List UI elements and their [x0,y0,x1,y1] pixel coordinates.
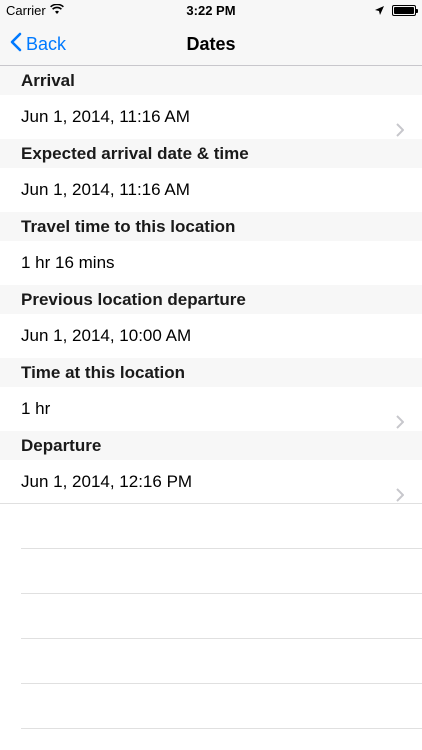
status-bar: Carrier 3:22 PM [0,0,422,22]
row-value: 1 hr 16 mins [21,253,115,272]
empty-row-separator [21,504,422,549]
battery-icon [392,5,418,16]
row-arrival[interactable]: Jun 1, 2014, 11:16 AM [0,95,422,139]
row-value: 1 hr [21,399,51,418]
chevron-right-icon [396,110,405,154]
row-travel-time: 1 hr 16 mins [0,241,422,285]
section-header-departure: Departure [0,431,422,460]
section-header-expected-arrival: Expected arrival date & time [0,139,422,168]
page-title: Dates [186,34,236,54]
empty-row-separator [21,549,422,594]
empty-row-separator [21,639,422,684]
navigation-bar: Back Dates [0,22,422,66]
row-value: Jun 1, 2014, 10:00 AM [21,326,192,345]
row-value: Jun 1, 2014, 11:16 AM [21,180,190,199]
row-departure[interactable]: Jun 1, 2014, 12:16 PM [0,460,422,504]
section-header-previous-departure: Previous location departure [0,285,422,314]
chevron-right-icon [396,402,405,446]
row-previous-departure: Jun 1, 2014, 10:00 AM [0,314,422,358]
row-expected-arrival: Jun 1, 2014, 11:16 AM [0,168,422,212]
section-header-arrival: Arrival [0,66,422,95]
row-value: Jun 1, 2014, 11:16 AM [21,107,190,126]
empty-row-separator [21,684,422,729]
section-header-time-at-location: Time at this location [0,358,422,387]
empty-row-separator [21,594,422,639]
empty-table-rows [0,504,422,729]
location-arrow-icon [375,3,384,18]
status-right-group [375,3,418,18]
dates-table: Arrival Jun 1, 2014, 11:16 AM Expected a… [0,66,422,729]
section-header-travel-time: Travel time to this location [0,212,422,241]
row-value: Jun 1, 2014, 12:16 PM [21,472,193,491]
status-time: 3:22 PM [186,3,236,18]
row-time-at-location[interactable]: 1 hr [0,387,422,431]
